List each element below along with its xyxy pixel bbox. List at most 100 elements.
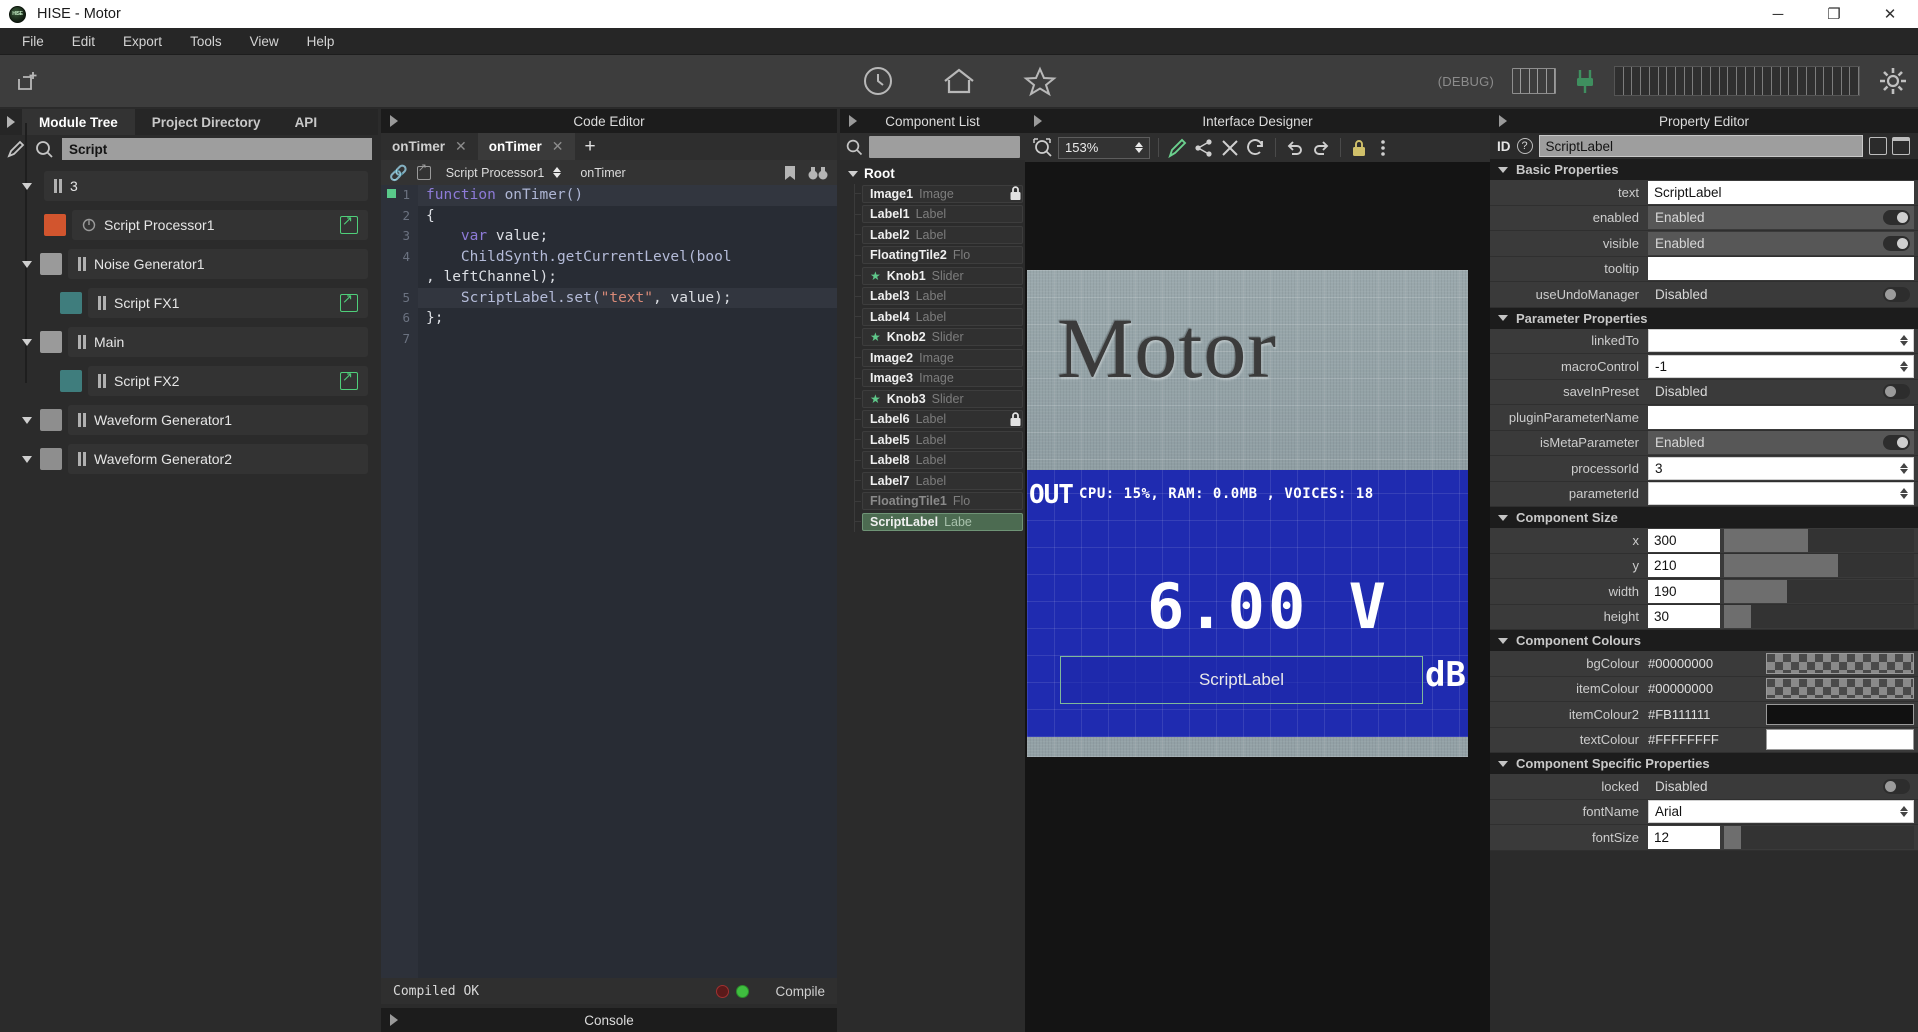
home-icon[interactable] — [941, 64, 977, 98]
midi-keyboard-icon[interactable] — [1614, 66, 1860, 96]
property-toggle[interactable]: Disabled — [1648, 774, 1914, 798]
component-chip[interactable]: Label2 Label — [862, 225, 1023, 244]
chevron-updown-icon[interactable] — [1900, 462, 1908, 474]
component-list-item[interactable]: Label1 Label — [840, 205, 1025, 225]
property-number-input[interactable]: 30 — [1648, 605, 1720, 629]
component-chip[interactable]: Label3 Label — [862, 287, 1023, 306]
panel-expand-icon[interactable] — [390, 115, 398, 127]
component-list-item[interactable]: Label5 Label — [840, 430, 1025, 450]
toggle-switch[interactable] — [1883, 286, 1910, 302]
processor-selector-label[interactable]: Script Processor1 — [446, 166, 545, 180]
search-icon[interactable] — [34, 139, 54, 159]
refresh-icon[interactable] — [1245, 137, 1267, 159]
add-tab-button[interactable]: + — [575, 133, 606, 160]
tree-item-script-fx1[interactable]: Script FX1 — [0, 288, 378, 318]
component-chip[interactable]: Image1 Image — [862, 184, 1023, 203]
property-combobox[interactable]: Arial — [1648, 800, 1914, 824]
component-chip[interactable]: ★ Knob3 Slider — [862, 389, 1023, 408]
component-list-item[interactable]: Image3 Image — [840, 369, 1025, 389]
open-in-editor-icon[interactable] — [340, 213, 358, 234]
panel-expand-icon[interactable] — [849, 115, 857, 127]
component-list-item[interactable]: Label6 Label — [840, 410, 1025, 430]
panel-expand-icon[interactable] — [390, 1014, 398, 1026]
favourite-star-icon[interactable]: ★ — [870, 270, 881, 282]
component-list-item[interactable]: FloatingTile1 Flo — [840, 492, 1025, 512]
property-number-input[interactable]: 12 — [1648, 825, 1720, 849]
component-list-item[interactable]: ★ Knob3 Slider — [840, 389, 1025, 409]
property-colour-hex[interactable]: #FFFFFFFF — [1648, 732, 1766, 747]
component-chip[interactable]: ★ Knob1 Slider — [862, 266, 1023, 285]
tab-project-directory[interactable]: Project Directory — [135, 109, 278, 135]
component-chip[interactable]: Label1 Label — [862, 205, 1023, 224]
expander-icon[interactable] — [1498, 637, 1508, 644]
edit-pen-icon[interactable] — [1167, 137, 1189, 159]
fit-to-screen-icon[interactable] — [1032, 137, 1054, 159]
tree-item-script-processor1[interactable]: Script Processor1 — [0, 210, 378, 240]
breakpoint-indicator[interactable] — [387, 189, 396, 198]
close-icon[interactable]: ✕ — [552, 138, 564, 155]
link-icon[interactable]: 🔗 — [389, 164, 408, 182]
panel-expand-icon[interactable] — [0, 109, 22, 135]
property-colour-swatch[interactable] — [1766, 729, 1914, 751]
property-text-input[interactable]: ScriptLabel — [1648, 180, 1914, 204]
zoom-selector[interactable]: 153% — [1058, 136, 1150, 159]
property-toggle[interactable]: Enabled — [1648, 231, 1914, 255]
property-colour-swatch[interactable] — [1766, 703, 1914, 725]
property-toggle[interactable]: Enabled — [1648, 206, 1914, 230]
component-chip[interactable]: Label5 Label — [862, 430, 1023, 449]
more-icon[interactable] — [1373, 137, 1393, 159]
tree-item-script-fx2[interactable]: Script FX2 — [0, 366, 378, 396]
menu-edit[interactable]: Edit — [58, 31, 109, 52]
component-chip[interactable]: Label6 Label — [862, 410, 1023, 429]
property-slider[interactable] — [1724, 825, 1914, 849]
panel-expand-icon[interactable] — [1499, 115, 1507, 127]
toggle-switch[interactable] — [1883, 384, 1910, 400]
component-list-item[interactable]: Image1 Image — [840, 184, 1025, 204]
expander-icon[interactable] — [14, 338, 40, 346]
clock-icon[interactable] — [861, 64, 895, 98]
component-list-item[interactable]: ★ Knob2 Slider — [840, 328, 1025, 348]
property-toggle[interactable]: Disabled — [1648, 380, 1914, 404]
paste-properties-icon[interactable] — [1892, 137, 1910, 155]
tree-item-3[interactable]: 3 — [0, 171, 378, 201]
property-section-header[interactable]: Component Colours — [1490, 630, 1918, 651]
component-list-item[interactable]: Label7 Label — [840, 471, 1025, 491]
code-tab-ontimer-1[interactable]: onTimer ✕ — [381, 133, 478, 160]
component-list-item[interactable]: ★ Knob1 Slider — [840, 266, 1025, 286]
property-section-header[interactable]: Parameter Properties — [1490, 307, 1918, 329]
chevron-updown-icon[interactable] — [1135, 142, 1143, 153]
property-text-input[interactable] — [1648, 405, 1914, 429]
code-text-area[interactable]: 1 2 3 4 5 6 7 function onTimer() { var v… — [381, 185, 837, 978]
menu-tools[interactable]: Tools — [176, 31, 236, 52]
new-document-icon[interactable] — [17, 69, 41, 93]
callback-selector-label[interactable]: onTimer — [580, 166, 625, 180]
question-mark-icon[interactable]: ? — [1516, 138, 1533, 154]
menu-export[interactable]: Export — [109, 31, 176, 52]
compile-button[interactable]: Compile — [775, 984, 825, 999]
toggle-switch[interactable] — [1883, 235, 1910, 251]
pencil-icon[interactable] — [6, 139, 26, 159]
component-list-item[interactable]: Label3 Label — [840, 287, 1025, 307]
property-slider[interactable] — [1724, 605, 1914, 629]
property-toggle[interactable]: Enabled — [1648, 431, 1914, 455]
component-list-item[interactable]: Label2 Label — [840, 225, 1025, 245]
chevron-updown-icon[interactable] — [1900, 806, 1908, 818]
redo-icon[interactable] — [1310, 137, 1332, 159]
chevron-updown-icon[interactable] — [1900, 360, 1908, 372]
tree-item-main[interactable]: Main — [0, 327, 378, 357]
property-toggle[interactable]: Disabled — [1648, 282, 1914, 306]
gear-icon[interactable] — [1878, 66, 1908, 96]
property-number-input[interactable]: 210 — [1648, 554, 1720, 578]
plug-icon[interactable] — [1574, 66, 1596, 96]
lock-icon[interactable] — [1008, 185, 1023, 201]
toggle-switch[interactable] — [1883, 778, 1910, 794]
expander-icon[interactable] — [1498, 760, 1508, 767]
property-colour-swatch[interactable] — [1766, 678, 1914, 700]
component-root[interactable]: Root — [840, 164, 1025, 184]
favourite-star-icon[interactable]: ★ — [870, 331, 881, 343]
tree-item-waveform-generator2[interactable]: Waveform Generator2 — [0, 444, 378, 474]
undo-icon[interactable] — [1284, 137, 1306, 159]
component-chip[interactable]: FloatingTile2 Flo — [862, 246, 1023, 265]
lock-icon[interactable] — [1349, 137, 1369, 159]
tree-item-noise-generator1[interactable]: Noise Generator1 — [0, 249, 378, 279]
